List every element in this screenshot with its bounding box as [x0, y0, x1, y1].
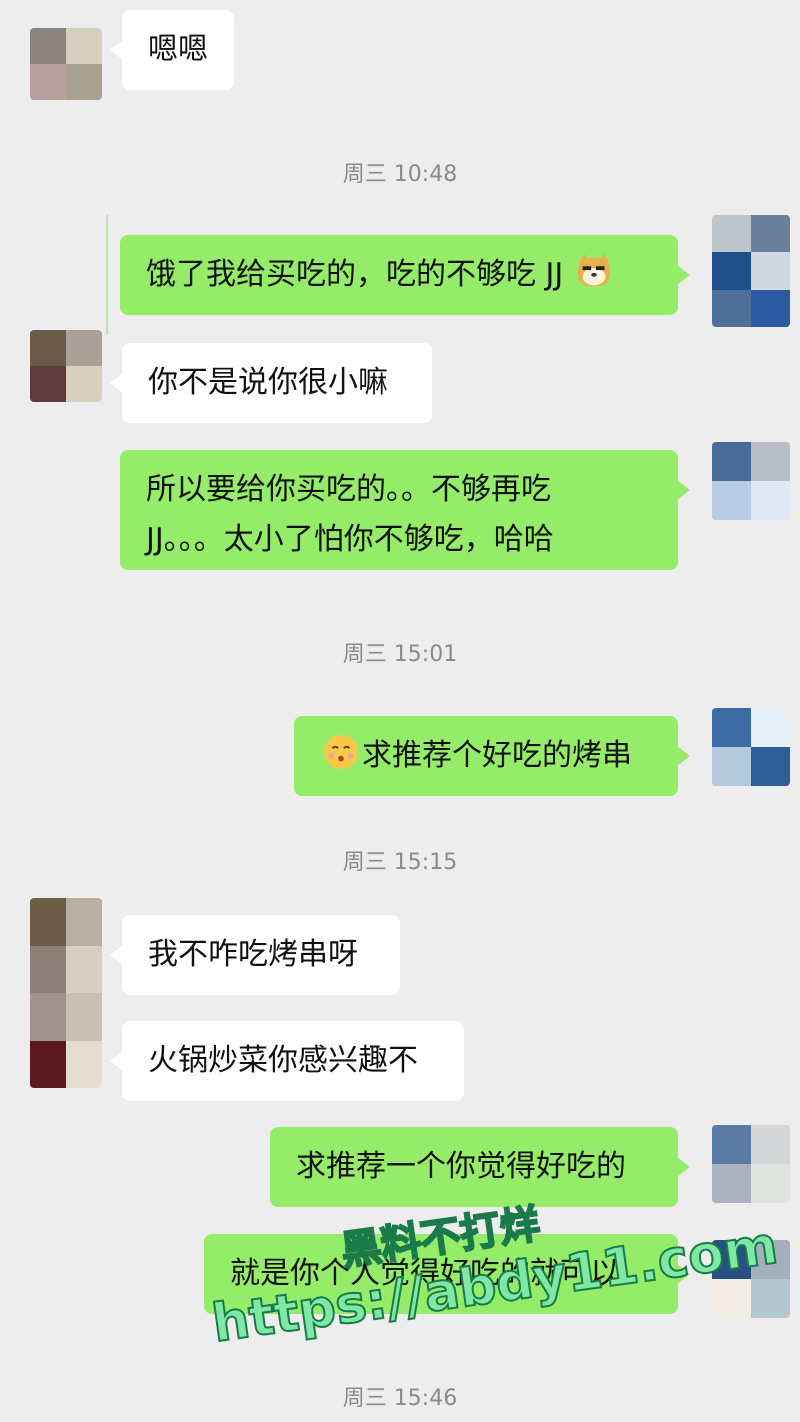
- doge-emoji-icon: [577, 253, 610, 287]
- message-received[interactable]: 嗯嗯: [110, 10, 234, 90]
- message-text: 你不是说你很小嘛: [148, 365, 388, 400]
- message-received[interactable]: 我不咋吃烤串呀: [110, 915, 400, 995]
- contact-avatar[interactable]: [30, 28, 102, 100]
- contact-avatar[interactable]: [30, 330, 102, 402]
- message-sent[interactable]: 求推荐个好吃的烤串: [294, 716, 690, 796]
- message-text-line: 所以要给你买吃的。。不够再吃: [146, 472, 551, 507]
- message-received[interactable]: 火锅炒菜你感兴趣不: [110, 1021, 464, 1101]
- divider: [106, 215, 108, 335]
- my-avatar[interactable]: [712, 442, 790, 520]
- timestamp: 周三 10:48: [342, 162, 458, 187]
- my-avatar[interactable]: [712, 1240, 790, 1318]
- message-text: 求推荐个好吃的烤串: [362, 738, 632, 773]
- message-text: 嗯嗯: [148, 32, 208, 67]
- timestamp: 周三 15:15: [342, 850, 458, 875]
- message-received[interactable]: 你不是说你很小嘛: [110, 343, 432, 423]
- my-avatar[interactable]: [712, 708, 790, 786]
- my-avatar[interactable]: [712, 215, 790, 327]
- message-text-line: JJ。。。太小了怕你不够吃，哈哈: [146, 522, 554, 557]
- message-text: 饿了我给买吃的，吃的不够吃 JJ: [146, 257, 564, 292]
- message-text: 我不咋吃烤串呀: [148, 937, 358, 972]
- my-avatar[interactable]: [712, 1125, 790, 1203]
- message-text: 求推荐一个你觉得好吃的: [296, 1149, 626, 1184]
- message-sent[interactable]: 就是你个人觉得好吃的就可以: [204, 1234, 690, 1314]
- message-text: 就是你个人觉得好吃的就可以: [230, 1256, 620, 1291]
- message-sent[interactable]: 饿了我给买吃的，吃的不够吃 JJ: [120, 235, 690, 315]
- shush-emoji-icon: [323, 734, 359, 770]
- timestamp: 周三 15:46: [342, 1386, 458, 1411]
- message-text: 火锅炒菜你感兴趣不: [148, 1043, 418, 1078]
- message-sent[interactable]: 所以要给你买吃的。。不够再吃 JJ。。。太小了怕你不够吃，哈哈: [120, 450, 690, 570]
- contact-avatar[interactable]: [30, 898, 102, 1088]
- timestamp: 周三 15:01: [342, 642, 458, 667]
- message-sent[interactable]: 求推荐一个你觉得好吃的: [270, 1127, 690, 1207]
